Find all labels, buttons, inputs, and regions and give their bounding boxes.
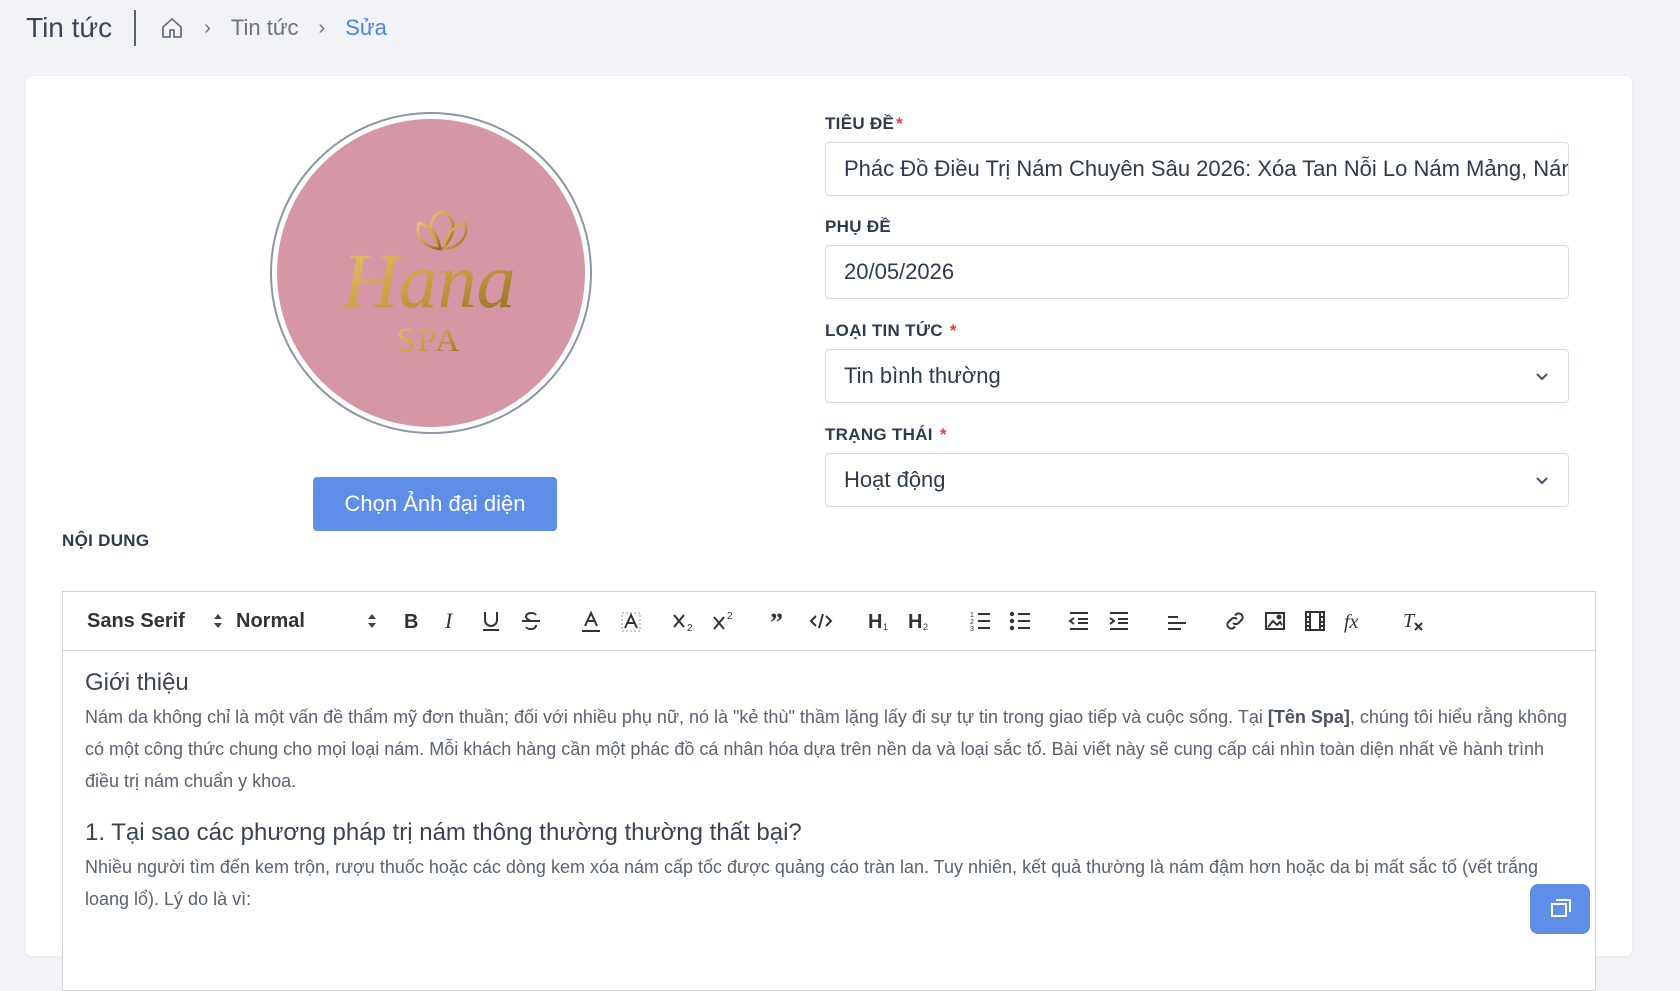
breadcrumb-chevron-icon: › bbox=[318, 16, 326, 39]
section1-paragraph: Nhiều người tìm đến kem trộn, rượu thuốc… bbox=[85, 857, 1538, 909]
status-select[interactable]: Hoạt động bbox=[825, 453, 1569, 507]
picker-arrows-icon bbox=[213, 614, 222, 628]
svg-text:2: 2 bbox=[687, 623, 693, 633]
section1-heading: 1. Tại sao các phương pháp trị nám thông… bbox=[85, 819, 802, 846]
background-color-icon[interactable] bbox=[619, 606, 643, 636]
chevron-down-icon bbox=[1536, 477, 1548, 485]
svg-text:fx: fx bbox=[1344, 611, 1359, 633]
status-value: Hoạt động bbox=[844, 467, 946, 492]
superscript-icon[interactable]: 2 bbox=[711, 606, 737, 636]
subtitle-label: PHỤ ĐỀ bbox=[825, 217, 892, 236]
svg-text:2: 2 bbox=[727, 611, 733, 622]
svg-text:T: T bbox=[1403, 610, 1416, 632]
windows-icon bbox=[1551, 899, 1571, 917]
chevron-down-icon bbox=[1536, 373, 1548, 381]
strikethrough-icon[interactable] bbox=[519, 606, 543, 636]
heading-1-icon[interactable]: H1 bbox=[867, 606, 893, 636]
logo-main-text: Hana bbox=[341, 237, 515, 324]
svg-text:3: 3 bbox=[970, 626, 974, 633]
news-type-value: Tin bình thường bbox=[844, 363, 1001, 388]
required-mark: * bbox=[939, 425, 947, 444]
link-icon[interactable] bbox=[1223, 606, 1247, 636]
font-family-value: Sans Serif bbox=[87, 609, 185, 632]
blockquote-icon[interactable]: ” bbox=[769, 606, 793, 636]
text-color-icon[interactable] bbox=[579, 606, 603, 636]
indent-icon[interactable] bbox=[1107, 606, 1131, 636]
page-title: Tin tức bbox=[26, 12, 113, 43]
header-divider bbox=[134, 10, 137, 46]
subtitle-input[interactable]: 20/05/2026 bbox=[825, 245, 1569, 299]
svg-text:I: I bbox=[444, 609, 454, 633]
intro-paragraph: Nám da không chỉ là một vấn đề thẩm mỹ đ… bbox=[85, 707, 1568, 791]
choose-avatar-button[interactable]: Chọn Ảnh đại diện bbox=[313, 477, 557, 531]
page-header: Tin tức › Tin tức › Sửa bbox=[26, 6, 387, 50]
bullet-list-icon[interactable] bbox=[1009, 606, 1033, 636]
floating-action-button[interactable] bbox=[1530, 884, 1590, 934]
news-type-select[interactable]: Tin bình thường bbox=[825, 349, 1569, 403]
code-block-icon[interactable] bbox=[809, 606, 833, 636]
breadcrumb-news-link[interactable]: Tin tức bbox=[231, 15, 299, 41]
picker-arrows-icon bbox=[367, 614, 376, 628]
breadcrumb-chevron-icon: › bbox=[204, 16, 211, 39]
edit-news-card: Hana SPA Chọn Ảnh đại diện TIÊU ĐỀ * Phác… bbox=[26, 76, 1632, 991]
font-family-picker[interactable]: Sans Serif bbox=[87, 606, 223, 636]
clear-formatting-icon[interactable]: T bbox=[1401, 606, 1425, 636]
ordered-list-icon[interactable]: 123 bbox=[969, 606, 993, 636]
align-icon[interactable] bbox=[1165, 606, 1189, 636]
svg-text:B: B bbox=[404, 611, 418, 633]
content-label: NỘI DUNG bbox=[62, 531, 150, 550]
rich-text-editor: Sans Serif Normal B I 2 2 ” H 1 H 2 1 2 … bbox=[62, 591, 1596, 991]
video-icon[interactable] bbox=[1303, 606, 1327, 636]
svg-text:H: H bbox=[908, 611, 922, 633]
svg-text:”: ” bbox=[770, 609, 783, 633]
svg-text:1: 1 bbox=[970, 612, 974, 619]
svg-text:2: 2 bbox=[970, 619, 974, 626]
avatar-image: Hana SPA bbox=[277, 119, 585, 427]
font-size-picker[interactable]: Normal bbox=[236, 606, 377, 636]
bold-icon[interactable]: B bbox=[399, 606, 423, 636]
svg-text:H: H bbox=[868, 611, 882, 633]
editor-toolbar: Sans Serif Normal B I 2 2 ” H 1 H 2 1 2 … bbox=[63, 592, 1595, 651]
formula-icon[interactable]: fx bbox=[1343, 606, 1367, 636]
font-size-value: Normal bbox=[236, 609, 305, 632]
subscript-icon[interactable]: 2 bbox=[671, 606, 697, 636]
underline-icon[interactable] bbox=[479, 606, 503, 636]
home-icon[interactable] bbox=[160, 16, 184, 40]
heading-2-icon[interactable]: H2 bbox=[907, 606, 933, 636]
svg-text:2: 2 bbox=[923, 622, 928, 632]
editor-content[interactable]: Giới thiệu Nám da không chỉ là một vấn đ… bbox=[63, 651, 1595, 933]
avatar-preview: Hana SPA bbox=[270, 112, 592, 434]
title-input[interactable]: Phác Đồ Điều Trị Nám Chuyên Sâu 2026: Xó… bbox=[825, 142, 1569, 196]
outdent-icon[interactable] bbox=[1067, 606, 1091, 636]
breadcrumb-edit-current: Sửa bbox=[345, 15, 387, 40]
image-icon[interactable] bbox=[1263, 606, 1287, 636]
title-label: TIÊU ĐỀ * bbox=[825, 114, 904, 133]
svg-text:1: 1 bbox=[883, 622, 888, 632]
italic-icon[interactable]: I bbox=[439, 606, 463, 636]
logo-sub-text: SPA bbox=[396, 322, 461, 359]
intro-heading: Giới thiệu bbox=[85, 669, 189, 696]
status-label: TRẠNG THÁI * bbox=[825, 425, 947, 444]
news-type-label: LOẠI TIN TỨC * bbox=[825, 321, 957, 340]
required-mark: * bbox=[949, 321, 957, 340]
required-mark: * bbox=[896, 114, 904, 133]
spa-name-bold: [Tên Spa] bbox=[1267, 707, 1350, 727]
